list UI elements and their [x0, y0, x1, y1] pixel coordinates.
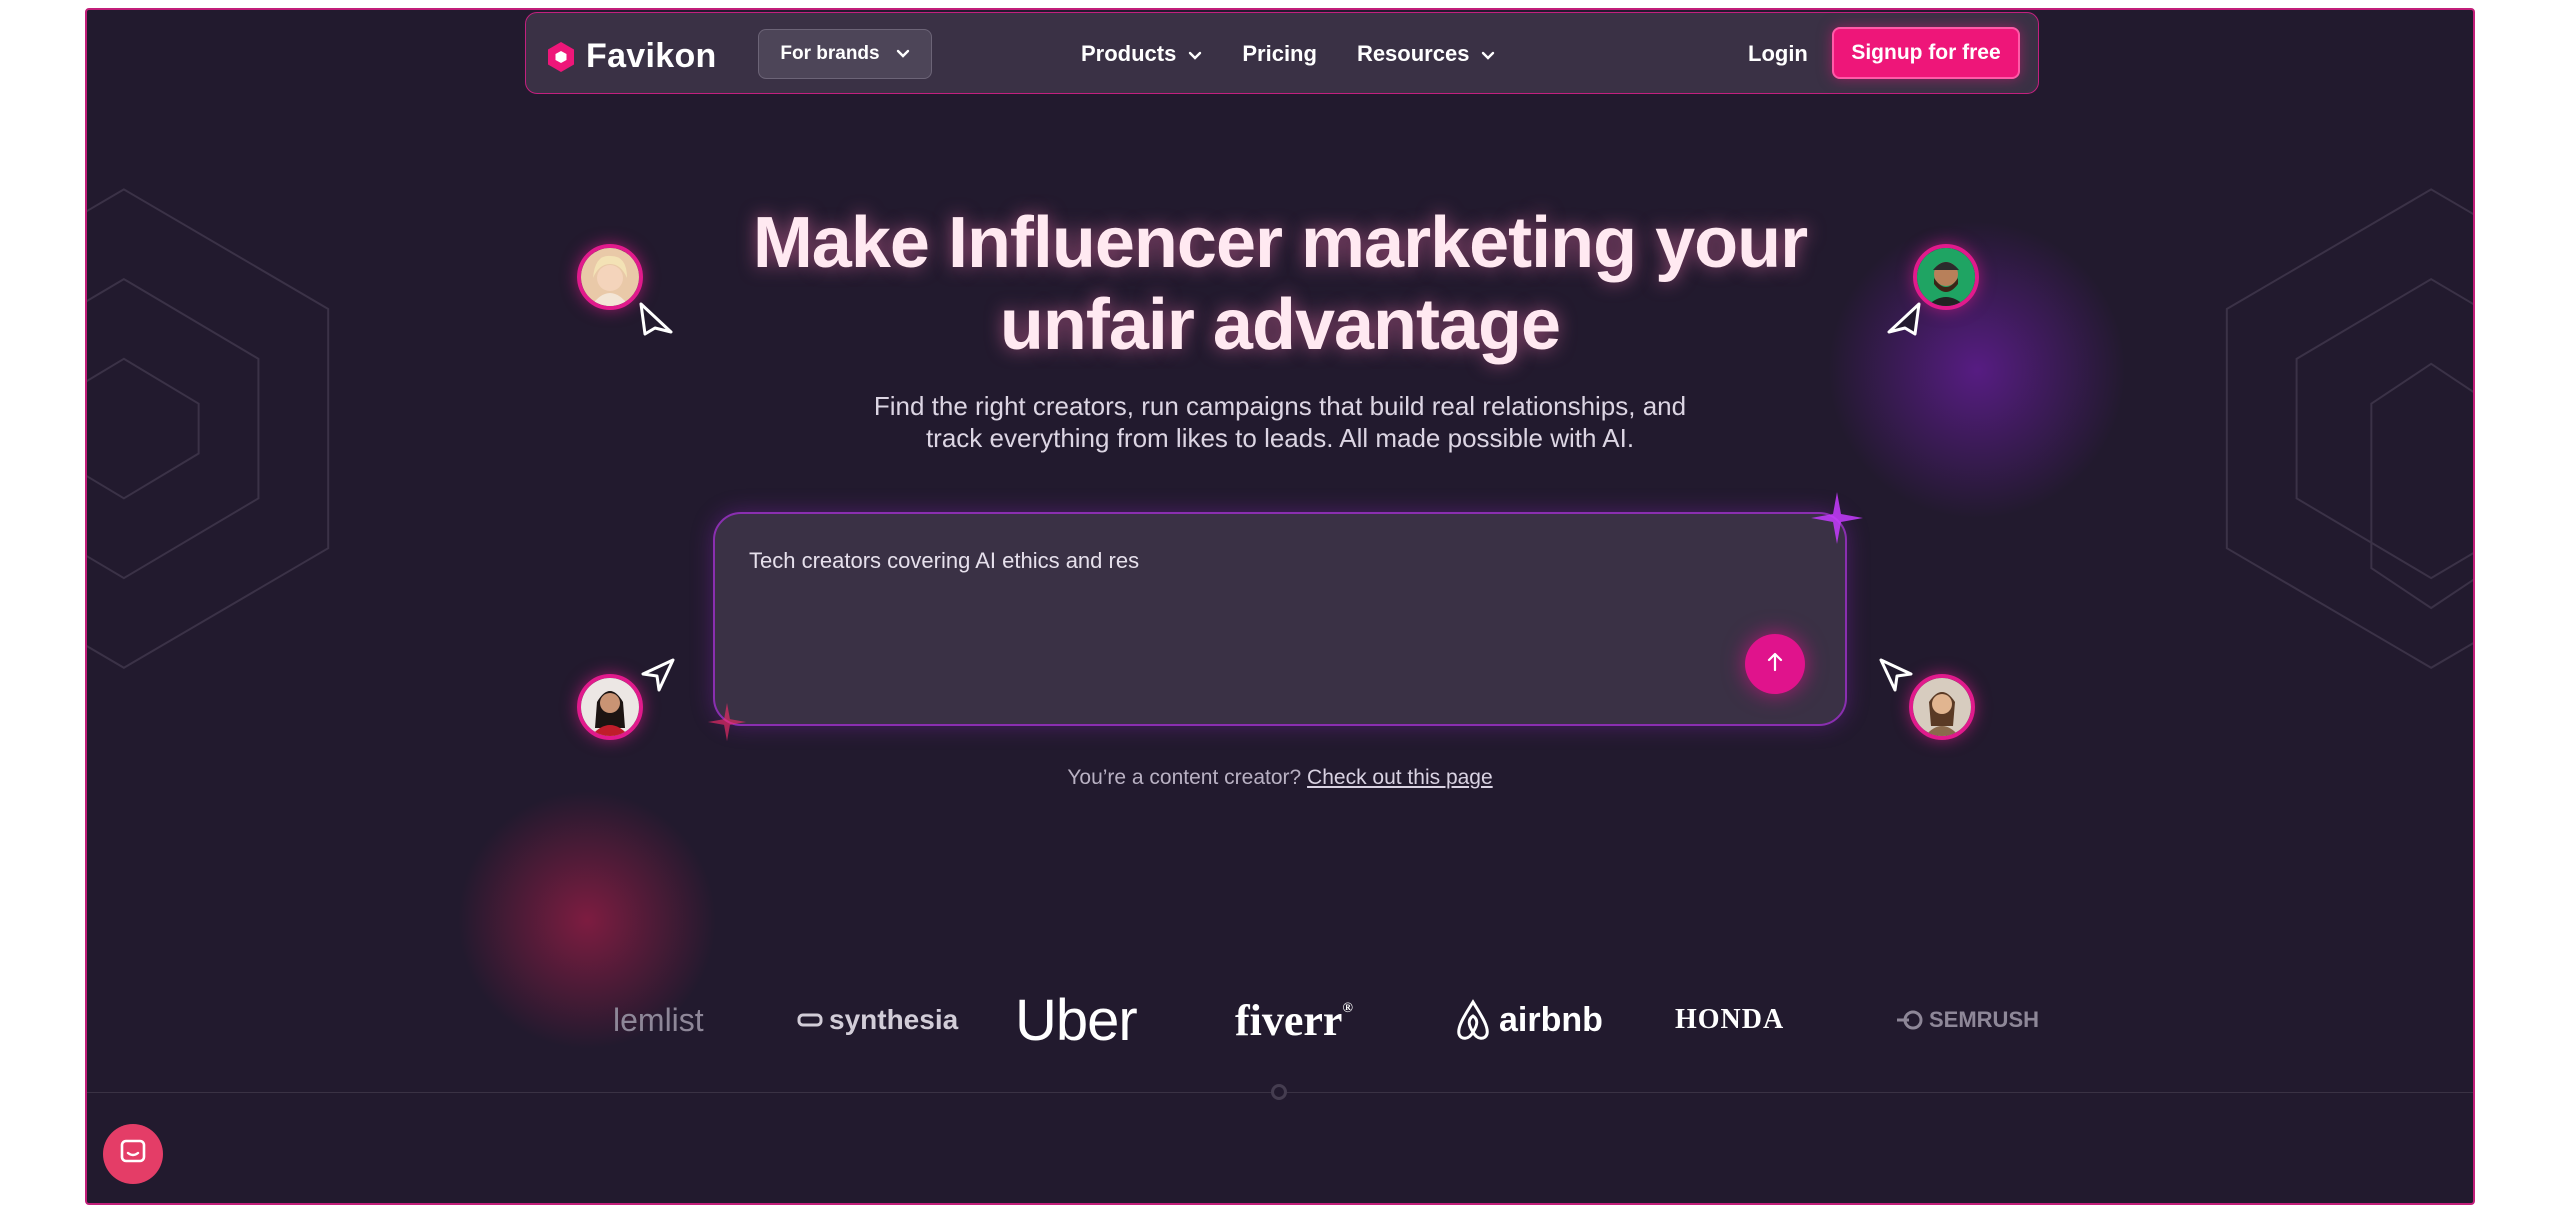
nav-pricing-label: Pricing — [1242, 41, 1317, 66]
cursor-arrow-icon — [1887, 302, 1921, 336]
creator-avatar-blonde — [577, 244, 643, 310]
search-input[interactable]: Tech creators covering AI ethics and res — [749, 548, 1139, 574]
semrush-mark-icon — [1897, 1010, 1923, 1030]
creator-avatar-woman — [1909, 674, 1975, 740]
hero-subline-line2: track everything from likes to leads. Al… — [925, 423, 1635, 453]
airbnb-logo: airbnb — [1453, 980, 1603, 1060]
login-link[interactable]: Login — [1748, 41, 1808, 67]
audience-select-label: For brands — [780, 43, 880, 64]
creator-note: You’re a content creator? Check out this… — [87, 766, 2473, 790]
nav-links: Products Pricing Resources — [1081, 13, 1535, 95]
cursor-arrow-icon — [639, 302, 673, 336]
chevron-down-icon — [1481, 41, 1495, 67]
cursor-arrow-icon — [1879, 658, 1913, 692]
fiverr-logo: fiverr ® — [1235, 995, 1353, 1045]
brand-logo-strip: lemlist synthesia Uber fiverr ® airbnb HO… — [525, 980, 2039, 1060]
creator-search-box[interactable]: Tech creators covering AI ethics and res — [713, 512, 1847, 726]
semrush-logo: SEMRUSH — [1895, 980, 2039, 1060]
creator-note-text: You’re a content creator? — [1067, 766, 1302, 789]
cursor-arrow-icon — [641, 658, 675, 692]
favikon-hexagon-icon — [546, 41, 576, 73]
brand-name: Favikon — [586, 37, 717, 75]
sparkle-icon — [707, 702, 747, 742]
lemlist-logo: lemlist — [613, 1001, 704, 1038]
airbnb-mark-icon — [1457, 999, 1489, 1040]
sparkle-icon — [1811, 492, 1863, 544]
hero-headline-line1: Make Influencer marketing your — [752, 203, 1808, 283]
page-frame: Favikon For brands Products Pricing Reso… — [85, 8, 2475, 1205]
honda-logo: HONDA — [1675, 1004, 1785, 1035]
signup-button[interactable]: Signup for free — [1832, 27, 2020, 79]
hero-subline-line1: Find the right creators, run campaigns t… — [873, 391, 1687, 421]
nav-resources[interactable]: Resources — [1357, 41, 1496, 67]
divider-dot — [1271, 1084, 1287, 1100]
top-navbar: Favikon For brands Products Pricing Reso… — [525, 12, 2039, 94]
synthesia-mark-icon — [797, 1013, 823, 1027]
chat-widget-button[interactable] — [103, 1124, 163, 1184]
nav-pricing[interactable]: Pricing — [1242, 41, 1317, 67]
chat-icon — [119, 1138, 147, 1171]
arrow-up-icon — [1765, 651, 1785, 678]
send-button[interactable] — [1745, 634, 1805, 694]
hero-headline: Make Influencer marketing your unfair ad… — [87, 202, 2473, 366]
hero-subline: Find the right creators, run campaigns t… — [87, 390, 2473, 454]
nav-products[interactable]: Products — [1081, 41, 1202, 67]
creator-page-link[interactable]: Check out this page — [1307, 766, 1493, 789]
hero-headline-line2: unfair advantage — [999, 285, 1561, 365]
uber-logo: Uber — [1015, 987, 1138, 1053]
favikon-logo[interactable]: Favikon — [546, 37, 717, 76]
nav-resources-label: Resources — [1356, 41, 1470, 66]
synthesia-logo: synthesia — [797, 980, 958, 1060]
chevron-down-icon — [1188, 41, 1202, 67]
creator-avatar-red-dress — [577, 674, 643, 740]
chevron-down-icon — [896, 43, 910, 65]
nav-products-label: Products — [1081, 41, 1177, 66]
audience-select[interactable]: For brands — [758, 29, 932, 79]
